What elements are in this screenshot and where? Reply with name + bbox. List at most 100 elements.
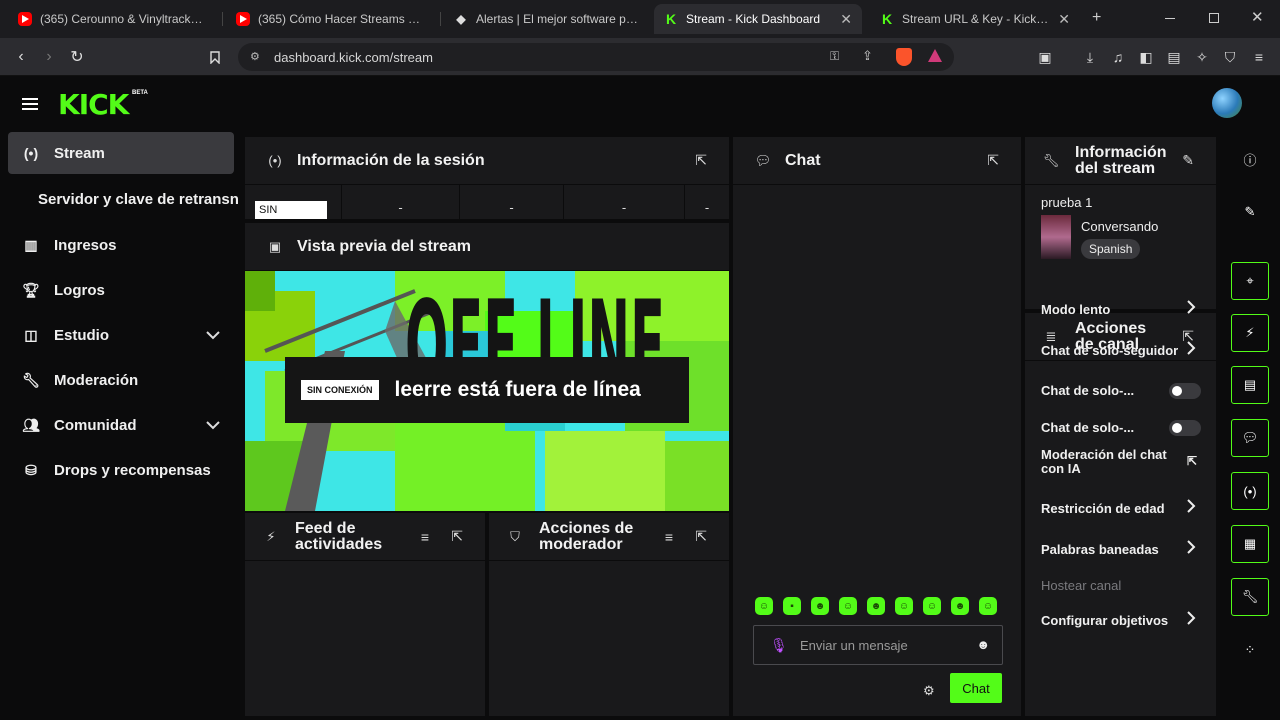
activity-feed-title: Feed de actividades [295, 519, 383, 553]
sidebar-item-stream[interactable]: (•) Stream [8, 132, 234, 174]
sidebar-item-comunidad[interactable]: 👥︎ Comunidad [8, 404, 234, 446]
offline-overlay: SIN CONEXIÓN leerre está fuera de línea [285, 357, 689, 423]
edit-icon[interactable]: ✎ [1231, 193, 1269, 231]
sidebar-item-ingresos[interactable]: ▥ Ingresos [8, 224, 234, 266]
chat-header: 💬︎ Chat ⇱ [733, 137, 1021, 185]
vpn-icon[interactable]: ⛉ [1221, 48, 1239, 66]
sidebar-item-logros[interactable]: 🏆︎ Logros [8, 269, 234, 311]
toggle-switch[interactable] [1169, 383, 1201, 399]
notes-icon[interactable]: ▤ [1231, 366, 1269, 404]
chevron-right-icon[interactable] [1187, 611, 1196, 629]
chevron-right-icon[interactable] [1187, 540, 1196, 558]
close-tab-icon[interactable]: ✕ [840, 11, 852, 28]
emote-icon[interactable]: ☺ [839, 597, 857, 615]
users-icon: 👥︎ [22, 416, 40, 433]
emote-icon[interactable]: ☺ [923, 597, 941, 615]
back-icon[interactable]: ‹ [10, 46, 32, 68]
filter-icon[interactable]: ≡ [421, 529, 429, 545]
sidebar-item-drops[interactable]: ⛁ Drops y recompensas [8, 449, 234, 491]
layout-icon[interactable]: ▦ [1231, 525, 1269, 563]
info-icon[interactable]: ⓘ [1231, 140, 1269, 178]
browser-tab[interactable]: (365) Cómo Hacer Streams en Kick [226, 4, 436, 34]
emote-icon[interactable]: ☻ [951, 597, 969, 615]
menu-icon[interactable]: ≡ [1250, 48, 1268, 66]
stream-preview-panel: ▣ Vista previa del stream OFF LINE SIN C… [245, 223, 729, 511]
session-stat: - [704, 200, 710, 215]
hamburger-menu-icon[interactable] [22, 98, 38, 110]
emote-icon[interactable]: ▪ [783, 597, 801, 615]
share-icon[interactable]: ⇪ [862, 48, 873, 64]
mod-actions-panel: ⛉ Acciones de moderador ≡ ⇱ [489, 513, 729, 716]
emote-icon[interactable]: ☻ [811, 597, 829, 615]
popout-icon[interactable]: ⇱ [987, 152, 999, 169]
bookmark-icon[interactable] [204, 46, 226, 68]
browser-tab-bar: (365) Cerounno & Vinyltracker - JC (365)… [0, 0, 1280, 38]
emote-icon[interactable]: ☺ [895, 597, 913, 615]
browser-tab-active[interactable]: K Stream - Kick Dashboard ✕ [654, 4, 862, 34]
music-icon[interactable]: ♫ [1109, 48, 1127, 66]
chat-bubble-icon[interactable]: 💬︎ [1231, 419, 1269, 457]
wrench-icon[interactable]: 🔧︎ [1231, 578, 1269, 616]
channel-action-item[interactable]: Configurar objetivos [1041, 613, 1179, 628]
user-avatar[interactable] [1212, 88, 1242, 118]
wallet-icon[interactable]: ▤ [1165, 48, 1183, 66]
browser-tab[interactable]: K Stream URL & Key - Kick Dashboa ✕ [870, 4, 1080, 34]
key-icon[interactable]: ⚿ [830, 49, 839, 64]
minimize-icon[interactable] [1165, 18, 1175, 19]
external-link-icon[interactable]: ⇱ [1187, 454, 1197, 468]
chat-send-button[interactable]: Chat [950, 673, 1002, 703]
stream-preview-title: Vista previa del stream [297, 237, 472, 255]
emote-icon[interactable]: ☻ [867, 597, 885, 615]
channel-action-item[interactable]: Palabras baneadas [1041, 542, 1179, 557]
emote-icon[interactable]: ☺ [979, 597, 997, 615]
channel-action-item[interactable]: Modo lento [1041, 302, 1179, 317]
channel-action-item[interactable]: Chat de solo-seguidor [1041, 343, 1179, 358]
close-window-icon[interactable]: ✕ [1251, 8, 1264, 26]
chat-message-input[interactable]: 🎙︎ Enviar un mensaje ☻ [753, 625, 1003, 665]
microphone-icon[interactable]: 🎙︎ [770, 637, 788, 654]
popout-icon[interactable]: ⇱ [451, 528, 463, 545]
reader-icon[interactable]: ▣ [1036, 48, 1054, 66]
brave-shield-icon[interactable] [896, 48, 912, 66]
popout-icon[interactable]: ⇱ [695, 152, 707, 169]
toggle-switch[interactable] [1169, 420, 1201, 436]
filter-icon[interactable]: ≡ [665, 529, 673, 545]
kick-icon: K [665, 11, 677, 27]
sidebar-item-server-key[interactable]: Servidor y clave de retransn [8, 178, 242, 220]
community-icon[interactable]: ⁘ [1231, 631, 1269, 669]
leo-icon[interactable]: ✧ [1193, 48, 1211, 66]
browser-tab[interactable]: ◆ Alertas | El mejor software para po [444, 4, 650, 34]
channel-action-item[interactable]: Hostear canal [1041, 578, 1205, 593]
focus-icon[interactable]: ⌖ [1231, 262, 1269, 300]
maximize-icon[interactable] [1209, 13, 1219, 23]
popout-icon[interactable]: ⇱ [695, 528, 707, 545]
trophy-icon: 🏆︎ [22, 281, 40, 298]
sidebar-item-moderacion[interactable]: 🔧︎ Moderación [8, 359, 234, 401]
chat-panel: 💬︎ Chat ⇱ ☺ ▪ ☻ ☺ ☻ ☺ ☺ ☻ ☺ 🎙︎ Enviar un mensaje… [733, 137, 1021, 716]
site-settings-icon[interactable]: ⚙ [250, 50, 260, 63]
sidebar-item-estudio[interactable]: ◫ Estudio [8, 314, 234, 356]
url-field[interactable]: ⚙ dashboard.kick.com/stream ⚿ ⇪ [238, 43, 954, 71]
chat-settings-icon[interactable]: ⚙ [923, 683, 935, 699]
channel-action-item[interactable]: Restricción de edad [1041, 501, 1179, 516]
channel-action-item[interactable]: Moderación del chat con IA [1041, 448, 1181, 476]
kick-logo[interactable]: KICK [58, 88, 129, 121]
chevron-right-icon[interactable] [1187, 499, 1196, 517]
session-stat: - [342, 185, 460, 219]
forward-icon[interactable]: › [38, 46, 60, 68]
emote-icon[interactable]: ☺ [755, 597, 773, 615]
new-tab-button[interactable]: + [1092, 9, 1101, 27]
download-icon[interactable]: ⤓ [1081, 48, 1099, 66]
sidebar-toggle-icon[interactable]: ◧ [1137, 48, 1155, 66]
edit-icon[interactable]: ✎ [1182, 152, 1194, 169]
chevron-right-icon[interactable] [1187, 300, 1196, 318]
bolt-icon[interactable]: ⚡︎ [1231, 314, 1269, 352]
emoji-icon[interactable]: ☻ [976, 637, 990, 652]
wrench-icon: 🔧︎ [22, 371, 40, 388]
chevron-right-icon[interactable] [1187, 341, 1196, 359]
close-tab-icon[interactable]: ✕ [1058, 11, 1070, 28]
reload-icon[interactable]: ↻ [66, 46, 88, 68]
rewards-icon[interactable] [928, 49, 942, 62]
browser-tab[interactable]: (365) Cerounno & Vinyltracker - JC [8, 4, 218, 34]
broadcast-icon[interactable]: (•) [1231, 472, 1269, 510]
